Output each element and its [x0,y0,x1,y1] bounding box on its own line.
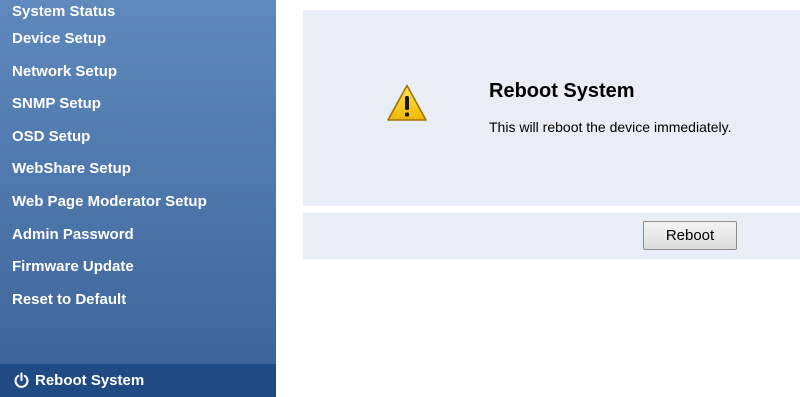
sidebar-item-reset-to-default[interactable]: Reset to Default [0,284,276,317]
button-bar: Reboot [303,213,800,259]
reboot-panel: Reboot System This will reboot the devic… [303,10,800,206]
sidebar-item-label: Reboot System [35,372,145,389]
sidebar-item-reboot-system[interactable]: Reboot System [0,364,276,397]
power-icon [14,372,29,388]
sidebar-item-admin-password[interactable]: Admin Password [0,219,276,252]
sidebar-item-network-setup[interactable]: Network Setup [0,56,276,89]
warning-icon [387,84,427,121]
page: System Status Device Setup Network Setup… [0,0,800,397]
sidebar-item-system-status[interactable]: System Status [0,0,276,23]
sidebar-item-osd-setup[interactable]: OSD Setup [0,121,276,154]
sidebar-item-firmware-update[interactable]: Firmware Update [0,251,276,284]
sidebar-menu: System Status Device Setup Network Setup… [0,3,276,317]
sidebar-item-snmp-setup[interactable]: SNMP Setup [0,88,276,121]
reboot-button[interactable]: Reboot [643,221,737,250]
sidebar-item-device-setup[interactable]: Device Setup [0,23,276,56]
reboot-message: This will reboot the device immediately. [489,119,732,135]
sidebar: System Status Device Setup Network Setup… [0,0,276,397]
sidebar-item-web-page-moderator-setup[interactable]: Web Page Moderator Setup [0,186,276,219]
sidebar-item-webshare-setup[interactable]: WebShare Setup [0,153,276,186]
page-title: Reboot System [489,80,635,102]
